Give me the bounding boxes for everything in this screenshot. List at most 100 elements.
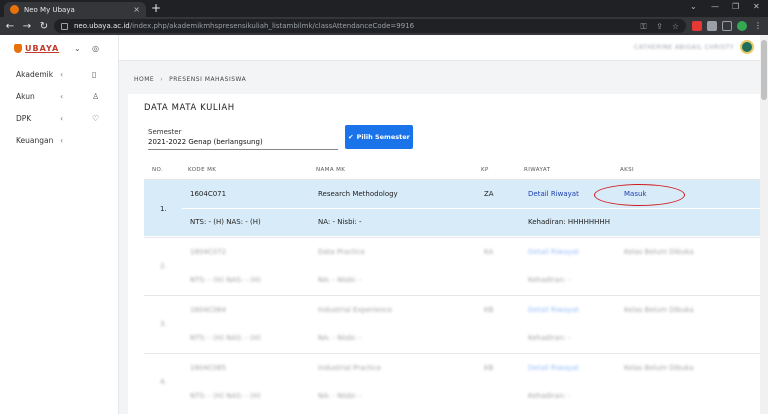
url-input[interactable]: neo.ubaya.ac.id/index.php/akademikmhspre… [54,19,686,33]
semester-select[interactable]: 2021-2022 Genap (berlangsung) [148,138,338,150]
back-arrow-icon[interactable]: ← [3,21,17,32]
detail-riwayat-link[interactable]: Detail Riwayat [528,190,579,198]
app-topbar: CATHERINE ABIGAIL CHRISTY [119,35,760,61]
share-icon[interactable]: ⇪ [655,22,664,31]
semester-label: Semester [148,128,182,136]
nilai-nts-nas: NTS: - (H) NAS: - (H) [190,334,261,342]
browser-menu-icon[interactable]: ⋮ [754,21,762,30]
kode-mk: 1604C071 [190,190,227,198]
tab-title: Neo My Ubaya [24,5,75,14]
chevron-left-icon: ‹ [60,135,64,145]
close-tab-icon[interactable]: × [133,5,140,14]
badge-icon: ♡ [92,113,100,123]
aksi-status: Kelas Belum Dibuka [624,364,694,372]
nilai-nts-nas: NTS: - (H) NAS: - (H) [190,392,261,400]
row-number: 1. [160,205,167,213]
maximize-button[interactable]: ❐ [732,2,739,11]
sidebar-item-akun[interactable]: Akun ‹ ♙ [16,89,108,103]
chevron-left-icon: ‹ [60,69,64,79]
page-title: DATA MATA KULIAH [144,103,235,113]
nama-mk: Data Practice [318,248,365,256]
kp: ZA [484,190,494,198]
chevron-left-icon: ‹ [60,91,64,101]
row-number: 2. [160,262,167,270]
row-number: 3. [160,320,167,328]
column-header-nama: NAMA MK [316,167,346,173]
extension-icon[interactable] [692,21,702,31]
column-header-riwayat: RIWAYAT [524,167,551,173]
detail-riwayat-link[interactable]: Detail Riwayat [528,364,579,372]
kp: KB [484,364,494,372]
reload-icon[interactable]: ↻ [37,21,51,32]
row-inner-divider [182,208,764,209]
nama-mk: Industrial Experience [318,306,393,314]
nilai-na-nisbi: NA: - Nisbi: - [318,392,362,400]
sidebar-item-keuangan[interactable]: Keuangan ‹ [16,133,108,147]
column-header-no: NO. [152,167,164,173]
ubaya-logo[interactable]: UBAYA [14,44,59,53]
red-annotation-oval [594,184,685,206]
breadcrumb-separator: › [160,76,164,83]
profile-avatar-icon[interactable] [737,21,747,31]
kp: KB [484,306,494,314]
new-tab-button[interactable]: + [151,1,161,15]
browser-tabstrip: Neo My Ubaya × + ⌄ — ❐ ✕ [0,0,768,17]
sidebar: UBAYA ⌄ ◎ Akademik ‹ ▯ Akun ‹ ♙ DPK ‹ ♡ … [0,35,119,414]
nilai-na-nisbi: NA: - Nisbi: - [318,276,362,284]
detail-riwayat-link[interactable]: Detail Riwayat [528,248,579,256]
nilai-nts-nas: NTS: - (H) NAS: - (H) [190,276,261,284]
side-panel-icon[interactable] [722,21,732,31]
url-text: neo.ubaya.ac.id/index.php/akademikmhspre… [74,22,415,30]
target-icon[interactable]: ◎ [92,44,99,53]
ubaya-crest-icon [14,44,22,53]
nilai-na-nisbi: NA: - Nisbi: - [318,334,362,342]
user-name[interactable]: CATHERINE ABIGAIL CHRISTY [634,44,734,51]
bookmark-star-icon[interactable]: ☆ [671,22,680,31]
kode-mk: 1604C084 [190,306,227,314]
aksi-status: Kelas Belum Dibuka [624,248,694,256]
check-icon: ✔ [348,133,354,141]
user-icon: ♙ [92,91,100,101]
browser-tab[interactable]: Neo My Ubaya × [4,2,146,17]
detail-riwayat-link[interactable]: Detail Riwayat [528,306,579,314]
row-divider [144,353,764,354]
kode-mk: 1604C072 [190,248,227,256]
nilai-nts-nas: NTS: - (H) NAS: - (H) [190,218,261,226]
column-header-kp: KP [481,167,489,173]
nama-mk: Industrial Practice [318,364,382,372]
avatar[interactable] [740,40,754,54]
kehadiran: Kehadiran: - [528,392,571,400]
sidebar-item-akademik[interactable]: Akademik ‹ ▯ [16,67,108,81]
row-divider [144,237,764,238]
kode-mk: 1604C085 [190,364,227,372]
minimize-button[interactable]: — [711,2,719,11]
close-window-button[interactable]: ✕ [753,2,760,11]
row-number: 4. [160,378,167,386]
kp: KA [484,248,494,256]
tab-search-icon[interactable]: ⌄ [690,2,697,11]
kehadiran: Kehadiran: HHHHHHHH [528,218,610,226]
sidebar-item-dpk[interactable]: DPK ‹ ♡ [16,111,108,125]
lock-icon [61,22,68,30]
chevron-down-icon[interactable]: ⌄ [74,44,81,53]
aksi-status: Kelas Belum Dibuka [624,306,694,314]
kehadiran: Kehadiran: - [528,276,571,284]
breadcrumb-current: PRESENSI MAHASISWA [169,76,247,83]
nilai-na-nisbi: NA: - Nisbi: - [318,218,362,226]
favicon-icon [10,5,19,14]
column-header-kode: KODE MK [188,167,217,173]
chevron-left-icon: ‹ [60,113,64,123]
pilih-semester-button[interactable]: ✔ Pilih Semester [345,125,413,149]
kehadiran: Kehadiran: - [528,334,571,342]
breadcrumb: HOME › PRESENSI MAHASISWA [134,76,246,83]
forward-arrow-icon[interactable]: → [20,21,34,32]
puzzle-extensions-icon[interactable] [707,21,717,31]
key-icon[interactable]: ⚿ [639,22,648,31]
book-icon: ▯ [92,69,97,79]
nama-mk: Research Methodology [318,190,398,198]
breadcrumb-home[interactable]: HOME [134,76,154,83]
column-header-aksi: AKSI [620,167,635,173]
scrollbar-thumb[interactable] [761,40,767,100]
row-divider [144,295,764,296]
address-bar-row: ← → ↻ neo.ubaya.ac.id/index.php/akademik… [0,17,768,35]
